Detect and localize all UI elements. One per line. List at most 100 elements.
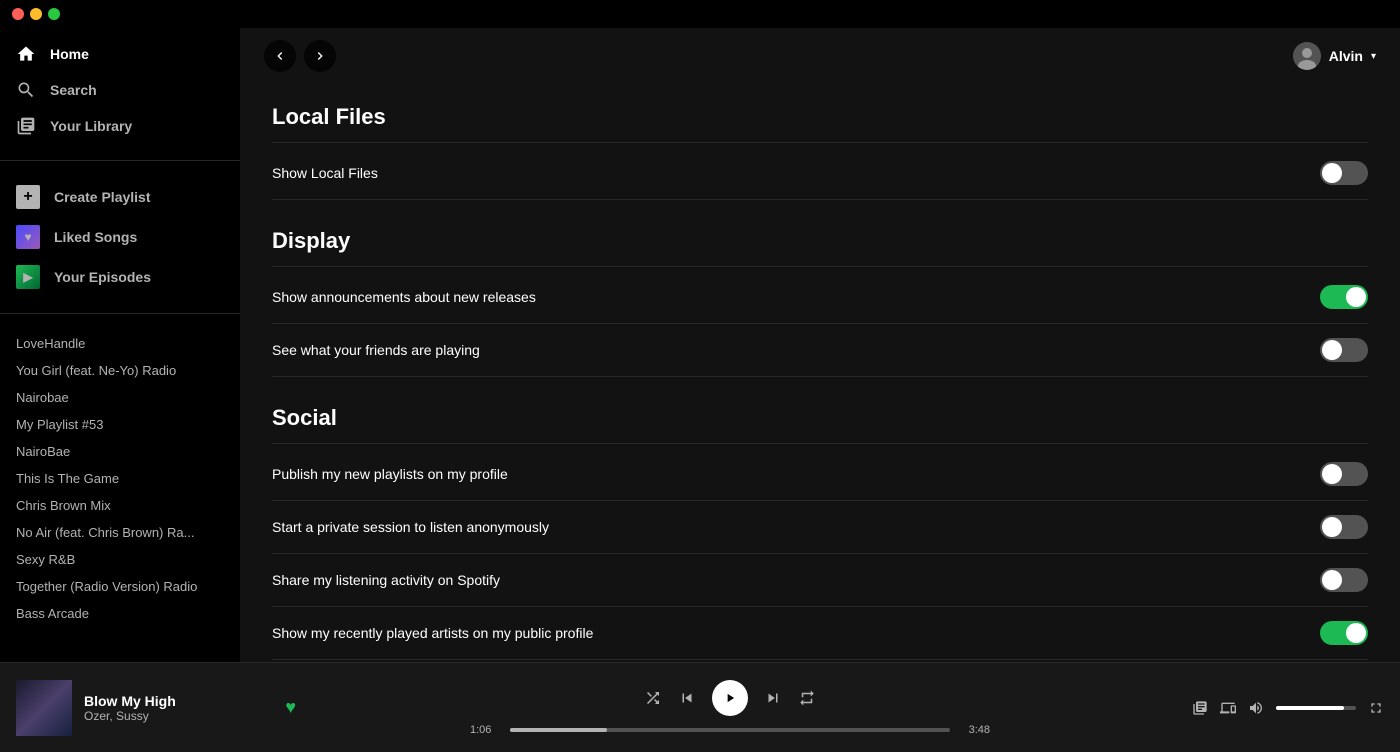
- sidebar-item-your-episodes[interactable]: ▶ Your Episodes: [0, 257, 240, 297]
- toggle-slider: [1320, 161, 1368, 185]
- settings-section-local-files: Local Files Show Local Files: [272, 84, 1368, 200]
- toggle-slider: [1320, 621, 1368, 645]
- back-button[interactable]: [264, 40, 296, 72]
- forward-icon: [312, 48, 328, 64]
- sidebar-actions: + Create Playlist ♥ Liked Songs ▶ Your E…: [0, 169, 240, 305]
- queue-button[interactable]: [1192, 700, 1208, 716]
- forward-button[interactable]: [304, 40, 336, 72]
- sidebar-divider-2: [0, 313, 240, 314]
- toggle-show-local-files[interactable]: [1320, 161, 1368, 185]
- time-total: 3:48: [958, 724, 990, 736]
- fullscreen-button[interactable]: [1368, 700, 1384, 716]
- traffic-lights: [12, 8, 60, 20]
- row-label-see-friends: See what your friends are playing: [272, 342, 480, 358]
- toggle-private-session[interactable]: [1320, 515, 1368, 539]
- sidebar-item-create-playlist[interactable]: + Create Playlist: [0, 177, 240, 217]
- create-playlist-label: Create Playlist: [54, 189, 151, 205]
- volume-icon: [1248, 700, 1264, 716]
- section-title-display: Display: [272, 208, 1368, 267]
- sidebar-item-library[interactable]: Your Library: [0, 108, 240, 144]
- episodes-symbol: ▶: [23, 270, 32, 284]
- list-item[interactable]: NairoBae: [0, 438, 240, 465]
- row-label-publish-playlists: Publish my new playlists on my profile: [272, 466, 508, 482]
- fullscreen-icon: [1368, 700, 1384, 716]
- list-item[interactable]: This Is The Game: [0, 465, 240, 492]
- toggle-publish-playlists[interactable]: [1320, 462, 1368, 486]
- prev-button[interactable]: [678, 689, 696, 707]
- like-button[interactable]: ♥: [285, 697, 296, 718]
- sidebar-divider-1: [0, 160, 240, 161]
- home-icon: [16, 44, 36, 64]
- toggle-slider: [1320, 515, 1368, 539]
- player-progress: 1:06 3:48: [470, 724, 990, 736]
- liked-songs-icon: ♥: [16, 225, 40, 249]
- toggle-slider: [1320, 285, 1368, 309]
- sidebar-nav: Home Search Your Library: [0, 28, 240, 152]
- settings-row-publish-playlists: Publish my new playlists on my profile: [272, 448, 1368, 501]
- settings-row-see-friends: See what your friends are playing: [272, 324, 1368, 377]
- main-content: Alvin ▾ Local Files Show Local Files Dis: [240, 28, 1400, 662]
- row-label-show-local-files: Show Local Files: [272, 165, 378, 181]
- settings-section-display: Display Show announcements about new rel…: [272, 208, 1368, 377]
- section-title-local-files: Local Files: [272, 84, 1368, 143]
- prev-icon: [678, 689, 696, 707]
- create-playlist-icon: +: [16, 185, 40, 209]
- progress-fill: [510, 728, 607, 732]
- user-area[interactable]: Alvin ▾: [1293, 42, 1376, 70]
- row-label-show-announcements: Show announcements about new releases: [272, 289, 536, 305]
- repeat-icon: [798, 689, 816, 707]
- devices-icon: [1220, 700, 1236, 716]
- next-icon: [764, 689, 782, 707]
- list-item[interactable]: Together (Radio Version) Radio: [0, 573, 240, 600]
- toggle-show-recent-artists[interactable]: [1320, 621, 1368, 645]
- play-button[interactable]: [712, 680, 748, 716]
- sidebar-item-search[interactable]: Search: [0, 72, 240, 108]
- player-right-controls: [1164, 700, 1384, 716]
- album-art: [16, 680, 72, 736]
- next-button[interactable]: [764, 689, 782, 707]
- queue-icon: [1192, 700, 1208, 716]
- shuffle-icon: [644, 689, 662, 707]
- heart-symbol: ♥: [24, 230, 31, 244]
- list-item[interactable]: LoveHandle: [0, 330, 240, 357]
- list-item[interactable]: Sexy R&B: [0, 546, 240, 573]
- player-bar: Blow My High Ozer, Sussy ♥: [0, 662, 1400, 752]
- volume-button[interactable]: [1248, 700, 1264, 716]
- sidebar-search-label: Search: [50, 82, 97, 98]
- list-item[interactable]: You Girl (feat. Ne-Yo) Radio: [0, 357, 240, 384]
- list-item[interactable]: My Playlist #53: [0, 411, 240, 438]
- list-item[interactable]: Bass Arcade: [0, 600, 240, 627]
- progress-bar[interactable]: [510, 728, 950, 732]
- player-buttons: [644, 680, 816, 716]
- chevron-down-icon: ▾: [1371, 51, 1376, 62]
- list-item[interactable]: Chris Brown Mix: [0, 492, 240, 519]
- toggle-share-activity[interactable]: [1320, 568, 1368, 592]
- back-icon: [272, 48, 288, 64]
- toggle-show-announcements[interactable]: [1320, 285, 1368, 309]
- devices-button[interactable]: [1220, 700, 1236, 716]
- avatar-image: [1293, 42, 1321, 70]
- sidebar-item-home[interactable]: Home: [0, 36, 240, 72]
- sidebar-library-label: Your Library: [50, 118, 132, 134]
- list-item[interactable]: No Air (feat. Chris Brown) Ra...: [0, 519, 240, 546]
- player-controls: 1:06 3:48: [296, 680, 1164, 736]
- your-episodes-icon: ▶: [16, 265, 40, 289]
- sidebar-home-label: Home: [50, 46, 89, 62]
- shuffle-button[interactable]: [644, 689, 662, 707]
- row-label-share-activity: Share my listening activity on Spotify: [272, 572, 500, 588]
- volume-bar[interactable]: [1276, 706, 1356, 710]
- maximize-button[interactable]: [48, 8, 60, 20]
- app-body: Home Search Your Library + Crea: [0, 28, 1400, 662]
- sidebar: Home Search Your Library + Crea: [0, 28, 240, 662]
- close-button[interactable]: [12, 8, 24, 20]
- toggle-see-friends[interactable]: [1320, 338, 1368, 362]
- plus-symbol: +: [23, 188, 32, 206]
- play-icon: [723, 691, 737, 705]
- search-icon: [16, 80, 36, 100]
- user-name: Alvin: [1329, 48, 1363, 64]
- minimize-button[interactable]: [30, 8, 42, 20]
- section-title-social: Social: [272, 385, 1368, 444]
- sidebar-item-liked-songs[interactable]: ♥ Liked Songs: [0, 217, 240, 257]
- list-item[interactable]: Nairobae: [0, 384, 240, 411]
- repeat-button[interactable]: [798, 689, 816, 707]
